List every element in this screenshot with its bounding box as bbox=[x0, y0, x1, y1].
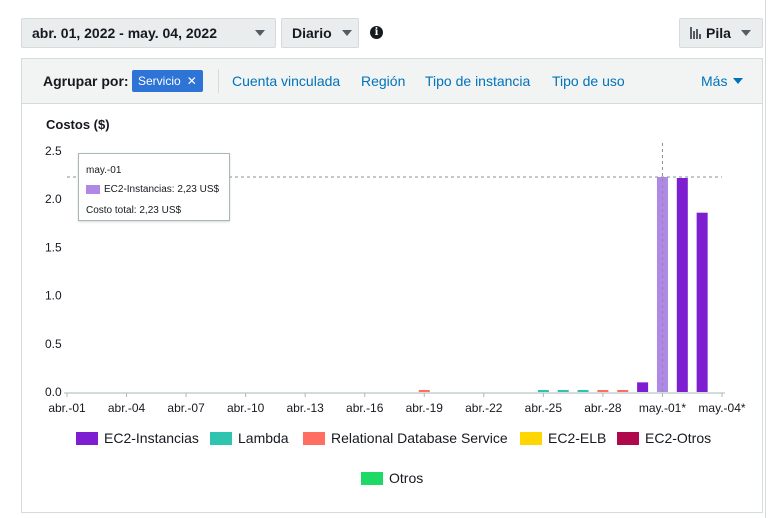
legend-swatch bbox=[76, 431, 98, 445]
x-tick-label: abr.-07 bbox=[167, 401, 205, 415]
chevron-down-icon bbox=[255, 30, 265, 36]
group-link-tipo-de-uso[interactable]: Tipo de uso bbox=[552, 73, 625, 89]
y-tick-label: 0.5 bbox=[45, 337, 62, 351]
bar-segment-ec2-instancias bbox=[696, 212, 708, 392]
chevron-down-icon bbox=[341, 30, 352, 36]
legend-item-lambda[interactable]: Lambda bbox=[210, 430, 289, 446]
date-range-label: abr. 01, 2022 - may. 04, 2022 bbox=[32, 25, 217, 41]
group-link-tipo-de-instancia[interactable]: Tipo de instancia bbox=[425, 73, 530, 89]
info-icon[interactable]: i bbox=[370, 26, 383, 39]
y-tick-label: 1.0 bbox=[45, 289, 62, 303]
x-tick-label: abr.-22 bbox=[465, 401, 503, 415]
y-tick-label: 2.0 bbox=[45, 192, 62, 206]
bar-segment-relational-database-service bbox=[418, 390, 430, 392]
x-tick-label: abr.-04 bbox=[108, 401, 146, 415]
legend-item-ec2-instancias[interactable]: EC2-Instancias bbox=[76, 430, 199, 446]
x-tick-label: abr.-19 bbox=[406, 401, 444, 415]
legend-label: Otros bbox=[389, 470, 424, 486]
legend-label: Lambda bbox=[238, 430, 289, 446]
bar-segment-lambda bbox=[537, 390, 549, 392]
x-tick-label: may.-01* bbox=[639, 401, 686, 415]
group-by-bar: Agrupar por: Servicio ✕ Cuenta vinculada… bbox=[22, 59, 762, 104]
group-by-label: Agrupar por: bbox=[43, 73, 129, 89]
x-tick-label: abr.-13 bbox=[287, 401, 325, 415]
legend-label: EC2-Otros bbox=[645, 430, 712, 446]
chevron-down-icon bbox=[740, 30, 751, 36]
legend-item-ec2-elb[interactable]: EC2-ELB bbox=[520, 430, 606, 446]
bar-segment-lambda bbox=[577, 390, 589, 392]
y-tick-label: 2.5 bbox=[45, 144, 62, 158]
group-by-chip-servicio[interactable]: Servicio ✕ bbox=[132, 70, 203, 92]
divider bbox=[765, 0, 766, 518]
legend-item-otros[interactable]: Otros bbox=[361, 470, 423, 486]
chart-style-label: Pila bbox=[706, 25, 731, 41]
bar-segment-relational-database-service bbox=[617, 390, 629, 392]
legend-swatch bbox=[210, 431, 232, 445]
y-axis-title: Costos ($) bbox=[46, 117, 110, 132]
bar-segment-relational-database-service bbox=[597, 390, 609, 392]
legend-label: EC2-Instancias bbox=[104, 430, 199, 446]
y-tick-label: 0.0 bbox=[45, 385, 62, 399]
tooltip-date: may.-01 bbox=[86, 165, 122, 176]
tooltip-total: Costo total: 2,23 US$ bbox=[86, 205, 182, 216]
x-tick-label: abr.-01 bbox=[48, 401, 86, 415]
x-tick-label: abr.-25 bbox=[525, 401, 563, 415]
bar-chart-icon bbox=[690, 27, 701, 39]
legend-swatch bbox=[520, 431, 542, 445]
legend-swatch bbox=[303, 431, 325, 445]
bar-segment-lambda bbox=[557, 390, 569, 392]
granularity-label: Diario bbox=[292, 25, 332, 41]
more-label: Más bbox=[701, 73, 728, 89]
chevron-down-icon bbox=[733, 78, 744, 84]
cost-chart: Costos ($) 0.0 0.5 1.0 1.5 2.0 2.5 abr.-01 abr… bbox=[45, 117, 746, 415]
group-by-chip-label: Servicio bbox=[138, 74, 181, 88]
legend-item-ec2-otros[interactable]: EC2-Otros bbox=[617, 430, 711, 446]
chart-panel: Agrupar por: Servicio ✕ Cuenta vinculada… bbox=[21, 58, 763, 513]
more-dropdown[interactable]: Más bbox=[701, 73, 744, 89]
legend-item-rds[interactable]: Relational Database Service bbox=[303, 430, 508, 446]
divider bbox=[218, 69, 219, 93]
x-tick-label: abr.-28 bbox=[584, 401, 622, 415]
chart-style-dropdown[interactable]: Pila bbox=[679, 18, 763, 48]
granularity-dropdown[interactable]: Diario bbox=[281, 18, 359, 48]
date-range-dropdown[interactable]: abr. 01, 2022 - may. 04, 2022 bbox=[21, 18, 276, 48]
x-tick-label: may.-04* bbox=[698, 401, 745, 415]
legend-swatch bbox=[617, 431, 639, 445]
toolbar: abr. 01, 2022 - may. 04, 2022 Diario i P… bbox=[0, 0, 771, 54]
group-link-region[interactable]: Región bbox=[361, 73, 405, 89]
chart-tooltip: may.-01 EC2-Instancias: 2,23 US$ Costo t… bbox=[78, 153, 230, 221]
x-tick-label: abr.-10 bbox=[227, 401, 265, 415]
close-icon[interactable]: ✕ bbox=[187, 74, 197, 88]
tooltip-swatch bbox=[86, 185, 100, 194]
tooltip-series-value: EC2-Instancias: 2,23 US$ bbox=[104, 184, 220, 195]
legend-swatch bbox=[361, 471, 383, 485]
bar-segment-ec2-instancias bbox=[676, 177, 688, 392]
tooltip-series-row: EC2-Instancias: 2,23 US$ bbox=[86, 184, 219, 195]
x-tick-label: abr.-16 bbox=[346, 401, 384, 415]
group-link-cuenta-vinculada[interactable]: Cuenta vinculada bbox=[232, 73, 340, 89]
legend-label: EC2-ELB bbox=[548, 430, 607, 446]
legend-label: Relational Database Service bbox=[331, 430, 508, 446]
y-tick-label: 1.5 bbox=[45, 240, 62, 254]
bar-segment-ec2-instancias bbox=[637, 382, 649, 392]
